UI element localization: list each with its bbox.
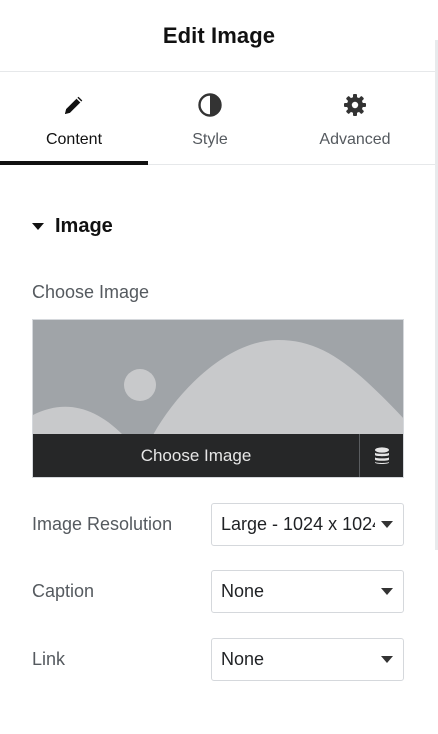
caption-value: None	[221, 580, 265, 601]
tab-advanced[interactable]: Advanced	[272, 72, 438, 164]
tab-label: Style	[192, 131, 228, 148]
section-toggle-image[interactable]: Image	[32, 215, 113, 238]
chevron-down-icon	[381, 520, 393, 528]
tab-style[interactable]: Style	[148, 72, 272, 164]
image-resolution-label: Image Resolution	[32, 513, 173, 534]
chevron-down-icon	[381, 587, 393, 595]
panel-title: Edit Image	[162, 22, 276, 48]
tab-label: Content	[45, 131, 103, 148]
caret-down-icon	[32, 223, 44, 230]
tab-bar: Content Style Advanced	[0, 72, 438, 165]
half-circle-icon	[197, 92, 223, 118]
link-value: None	[221, 648, 265, 669]
tab-content[interactable]: Content	[0, 72, 148, 165]
link-label: Link	[32, 648, 66, 669]
database-icon[interactable]	[359, 434, 403, 477]
caption-row: Caption None	[32, 569, 404, 613]
chevron-down-icon	[381, 655, 393, 663]
image-picker[interactable]: Choose Image	[32, 319, 404, 478]
image-resolution-value: Large - 1024 x 1024	[221, 513, 375, 534]
gear-icon	[342, 92, 368, 118]
choose-image-label: Choose Image	[32, 282, 150, 302]
pencil-icon	[61, 92, 87, 118]
image-resolution-row: Image Resolution Large - 1024 x 1024	[32, 502, 404, 546]
tab-label: Advanced	[319, 131, 391, 148]
caption-label: Caption	[32, 580, 95, 601]
choose-image-button[interactable]: Choose Image	[33, 434, 359, 477]
link-select[interactable]: None	[211, 637, 404, 681]
panel-header: Edit Image	[0, 0, 438, 72]
media-action-bar: Choose Image	[33, 434, 403, 477]
section-title: Image	[55, 215, 113, 237]
image-resolution-select[interactable]: Large - 1024 x 1024	[211, 502, 404, 546]
link-row: Link None	[32, 637, 404, 681]
caption-select[interactable]: None	[211, 569, 404, 613]
